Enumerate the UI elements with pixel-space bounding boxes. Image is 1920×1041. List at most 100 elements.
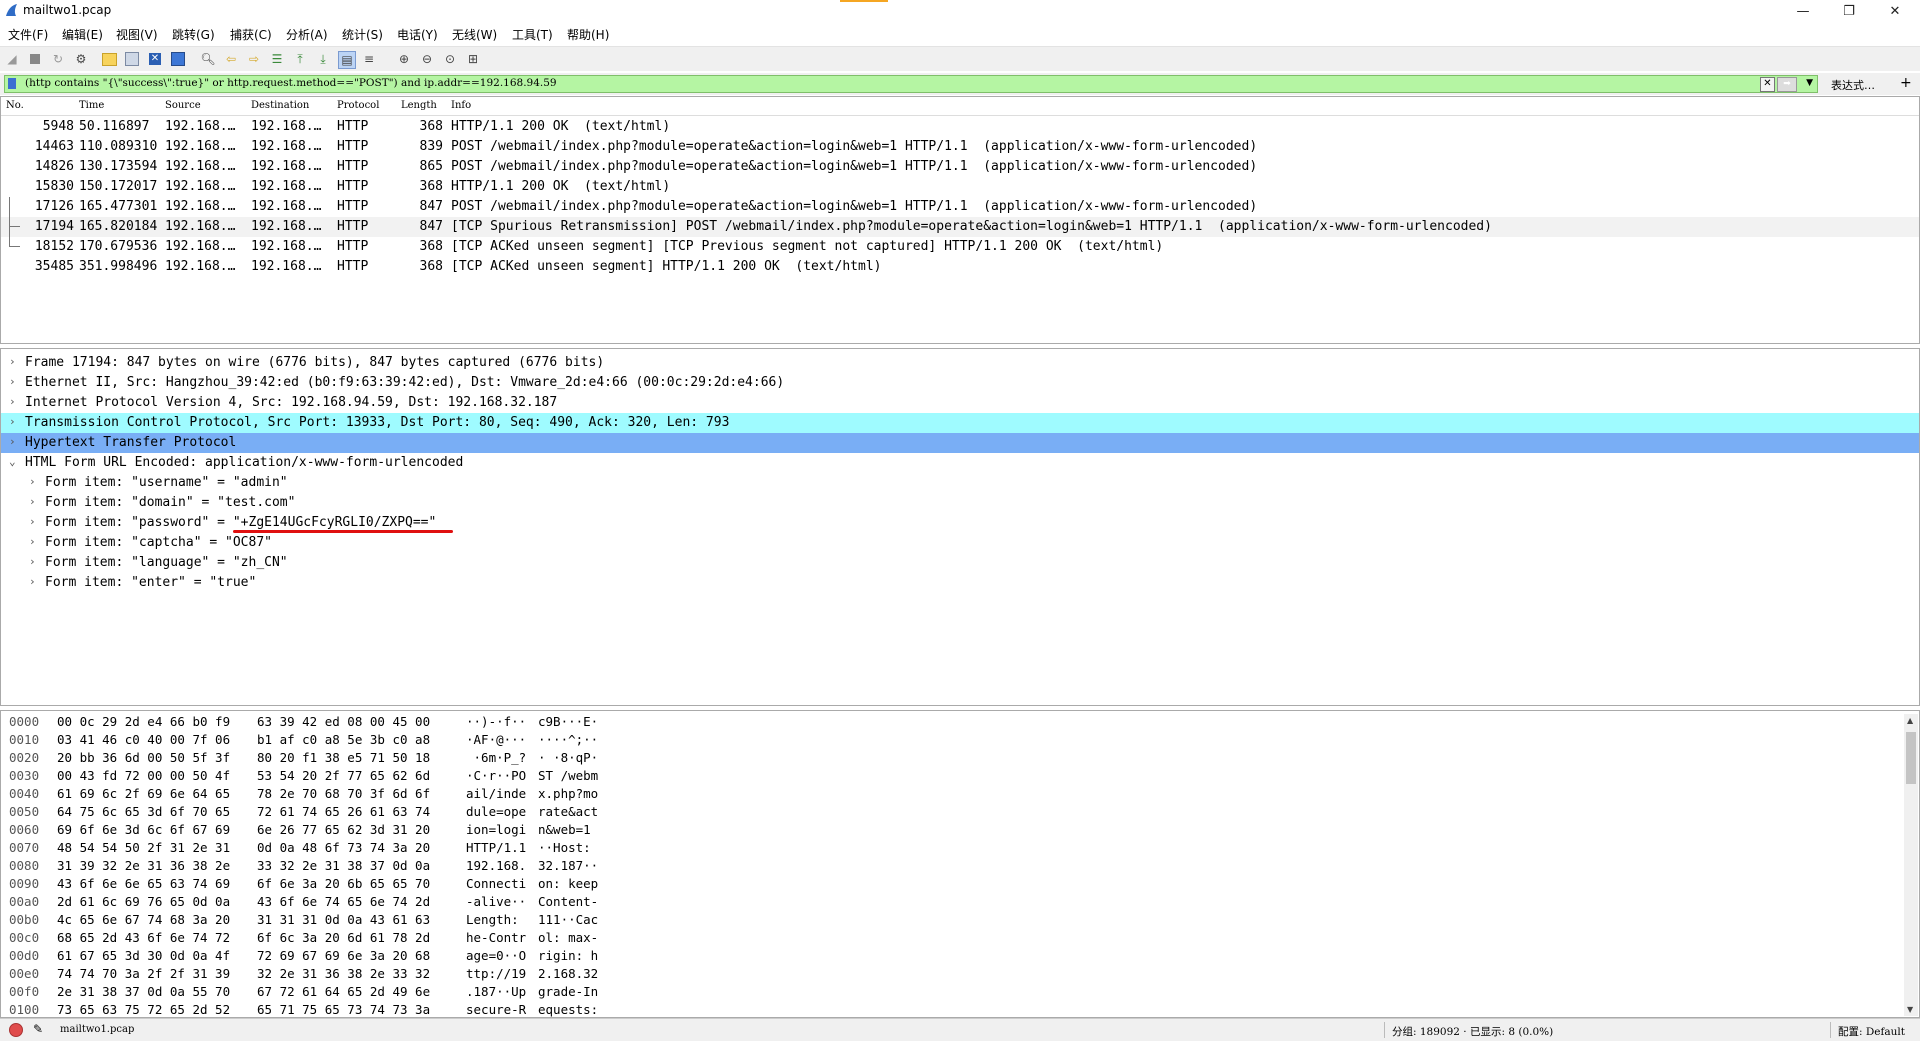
scrollbar-thumb[interactable] [1906,732,1916,784]
bytes-row[interactable]: 00c0 68 65 2d 43 6f 6e 74 72 6f 6c 3a 20 6… [1,929,1901,947]
save-file-icon[interactable] [124,51,140,67]
first-packet-icon[interactable]: ⤒ [292,51,308,67]
menu-view[interactable]: 视图(V) [116,26,158,43]
filter-history-dropdown-icon[interactable]: ▼ [1806,78,1813,88]
column-header-time[interactable]: Time [79,100,104,111]
collapse-chevron-icon[interactable]: ⌄ [9,455,16,468]
packet-row[interactable]: 15830 150.172017 192.168.… 192.168.… HTTP 368… [1,177,1919,197]
packet-row[interactable]: 18152 170.679536 192.168.… 192.168.… HTTP 368… [1,237,1919,257]
bytes-row[interactable]: 0010 03 41 46 c0 40 00 7f 06 b1 af c0 a8 5… [1,731,1901,749]
go-forward-icon[interactable]: ⇨ [246,51,262,67]
form-item-row[interactable]: › Form item: "username" = "admin" [1,473,1919,493]
column-header-info[interactable]: Info [451,100,471,111]
capture-comment-icon[interactable]: ✎ [33,1022,43,1036]
restore-button[interactable]: ❐ [1826,0,1872,22]
bytes-row[interactable]: 0090 43 6f 6e 6e 65 63 74 69 6f 6e 3a 20 6… [1,875,1901,893]
packet-row[interactable]: 35485 351.998496 192.168.… 192.168.… HTTP 368… [1,257,1919,277]
expand-chevron-icon[interactable]: › [29,535,36,548]
packet-row[interactable]: 17126 165.477301 192.168.… 192.168.… HTTP 847… [1,197,1919,217]
last-packet-icon[interactable]: ⤓ [315,51,331,67]
bytes-row[interactable]: 0020 20 bb 36 6d 00 50 5f 3f 80 20 f1 38 e… [1,749,1901,767]
bytes-row[interactable]: 0050 64 75 6c 65 3d 6f 70 65 72 61 74 65 2… [1,803,1901,821]
go-back-icon[interactable]: ⇦ [223,51,239,67]
menu-go[interactable]: 跳转(G) [172,26,215,43]
expand-chevron-icon[interactable]: › [29,555,36,568]
form-item-row[interactable]: › Form item: "enter" = "true" [1,573,1919,593]
minimize-button[interactable]: — [1780,0,1826,22]
bytes-row[interactable]: 0080 31 39 32 2e 31 36 38 2e 33 32 2e 31 3… [1,857,1901,875]
packet-row[interactable]: 5948 50.116897 192.168.… 192.168.… HTTP 368 HT… [1,117,1919,137]
bytes-row[interactable]: 0000 00 0c 29 2d e4 66 b0 f9 63 39 42 ed 0… [1,713,1901,731]
menu-file[interactable]: 文件(F) [8,26,48,43]
menu-help[interactable]: 帮助(H) [567,26,609,43]
bytes-row[interactable]: 00e0 74 74 70 3a 2f 2f 31 39 32 2e 31 36 3… [1,965,1901,983]
protocol-tree-item[interactable]: › Frame 17194: 847 bytes on wire (6776 bi… [1,353,1919,373]
colorize-icon[interactable]: ≡ [361,51,377,67]
packet-row[interactable]: 14826 130.173594 192.168.… 192.168.… HTTP 865… [1,157,1919,177]
menu-edit[interactable]: 编辑(E) [62,26,103,43]
expert-info-icon[interactable] [9,1023,23,1037]
protocol-tree-item[interactable]: › Internet Protocol Version 4, Src: 192.1… [1,393,1919,413]
zoom-in-icon[interactable]: ⊕ [396,51,412,67]
form-item-row[interactable]: › Form item: "language" = "zh_CN" [1,553,1919,573]
zoom-out-icon[interactable]: ⊖ [419,51,435,67]
apply-filter-icon[interactable]: ➡ [1777,77,1797,92]
bytes-row[interactable]: 0100 73 65 63 75 72 65 2d 52 65 71 75 65 7… [1,1001,1901,1017]
protocol-tree-item[interactable]: › Transmission Control Protocol, Src Port… [1,413,1919,433]
expand-chevron-icon[interactable]: › [9,355,16,368]
expand-chevron-icon[interactable]: › [29,515,36,528]
menu-capture[interactable]: 捕获(C) [230,26,272,43]
close-button[interactable]: ✕ [1872,0,1918,22]
zoom-reset-icon[interactable]: ⊙ [442,51,458,67]
close-file-icon[interactable]: ✕ [147,51,163,67]
form-item-row[interactable]: › Form item: "captcha" = "OC87" [1,533,1919,553]
menu-analyze[interactable]: 分析(A) [286,26,328,43]
form-item-row[interactable]: › Form item: "domain" = "test.com" [1,493,1919,513]
bytes-row[interactable]: 0060 69 6f 6e 3d 6c 6f 67 69 6e 26 77 65 6… [1,821,1901,839]
packet-row[interactable]: 14463 110.089310 192.168.… 192.168.… HTTP 839… [1,137,1919,157]
bytes-row[interactable]: 00b0 4c 65 6e 67 74 68 3a 20 31 31 31 0d 0… [1,911,1901,929]
expand-chevron-icon[interactable]: › [9,415,16,428]
column-header-source[interactable]: Source [165,100,201,111]
capture-options-icon[interactable]: ⚙ [73,51,89,67]
restart-capture-icon[interactable]: ↻ [50,51,66,67]
resize-columns-icon[interactable]: ⊞ [465,51,481,67]
go-to-packet-icon[interactable]: ☰ [269,51,285,67]
display-filter-input[interactable]: (http contains "{\"success\":true}" or h… [4,75,1818,93]
expand-chevron-icon[interactable]: › [9,435,16,448]
menu-statistics[interactable]: 统计(S) [342,26,383,43]
column-header-protocol[interactable]: Protocol [337,100,379,111]
open-file-icon[interactable] [101,51,117,67]
bytes-row[interactable]: 0070 48 54 54 50 2f 31 2e 31 0d 0a 48 6f 7… [1,839,1901,857]
expand-chevron-icon[interactable]: › [29,475,36,488]
bytes-row[interactable]: 00d0 61 67 65 3d 30 0d 0a 4f 72 69 67 69 6… [1,947,1901,965]
column-header-length[interactable]: Length [401,100,437,111]
menu-telephony[interactable]: 电话(Y) [397,26,438,43]
scroll-up-icon[interactable]: ▲ [1907,716,1913,725]
menu-wireless[interactable]: 无线(W) [452,26,497,43]
bytes-row[interactable]: 00f0 2e 31 38 37 0d 0a 55 70 67 72 61 64 6… [1,983,1901,1001]
expand-chevron-icon[interactable]: › [29,575,36,588]
add-filter-button[interactable]: + [1900,75,1912,91]
expand-chevron-icon[interactable]: › [9,395,16,408]
clear-filter-icon[interactable]: ✕ [1760,77,1775,92]
expand-chevron-icon[interactable]: › [9,375,16,388]
column-header-no[interactable]: No. [6,100,24,111]
bytes-scrollbar[interactable]: ▲ ▼ [1904,714,1918,1016]
bytes-row[interactable]: 00a0 2d 61 6c 69 76 65 0d 0a 43 6f 6e 74 6… [1,893,1901,911]
column-header-destination[interactable]: Destination [251,100,309,111]
bookmark-icon[interactable] [8,78,16,89]
menu-tools[interactable]: 工具(T) [512,26,553,43]
bytes-row[interactable]: 0030 00 43 fd 72 00 00 50 4f 53 54 20 2f 7… [1,767,1901,785]
expression-button[interactable]: 表达式… [1831,77,1875,93]
start-capture-icon[interactable]: ◢ [4,51,20,67]
autoscroll-icon[interactable]: ▤ [338,51,356,69]
expand-chevron-icon[interactable]: › [29,495,36,508]
scroll-down-icon[interactable]: ▼ [1907,1005,1913,1014]
bytes-row[interactable]: 0040 61 69 6c 2f 69 6e 64 65 78 2e 70 68 7… [1,785,1901,803]
reload-file-icon[interactable] [170,51,186,67]
status-profile[interactable]: 配置: Default [1838,1024,1905,1039]
display-filter-text[interactable]: (http contains "{\"success\":true}" or h… [25,77,557,89]
stop-capture-icon[interactable] [27,51,43,67]
find-packet-icon[interactable]: 🔍︎ [200,51,216,67]
